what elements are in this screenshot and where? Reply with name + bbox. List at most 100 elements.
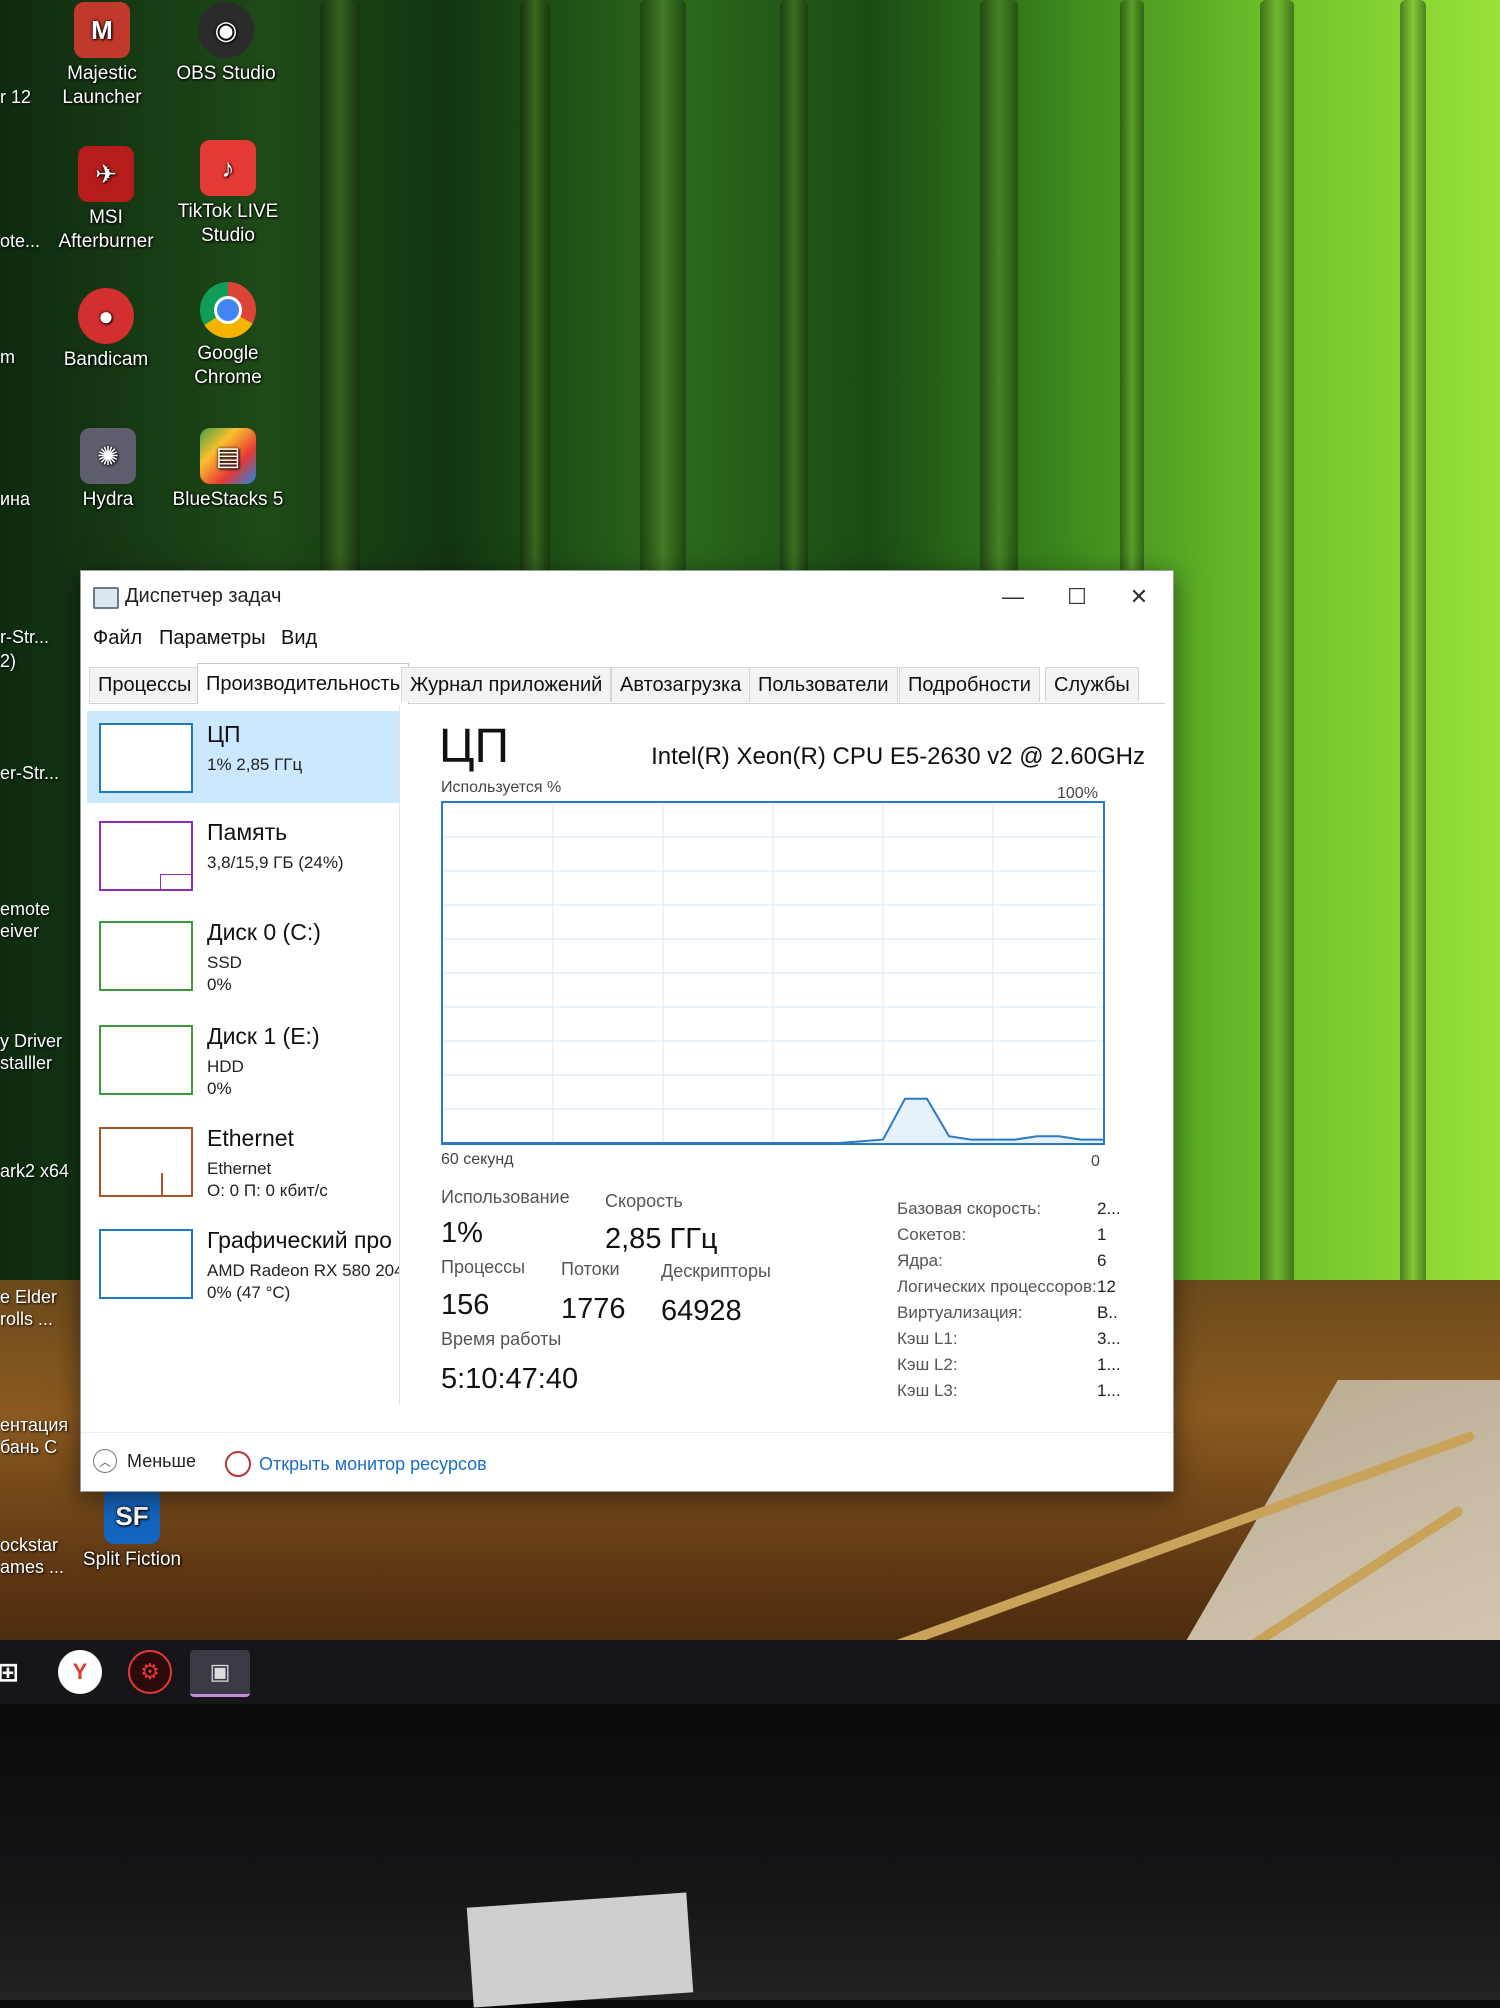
obs-studio-icon: ◉ [198, 2, 254, 58]
sidebar-item-detail: О: 0 П: 0 кбит/с [207, 1181, 328, 1200]
tab-details[interactable]: Подробности [899, 667, 1040, 702]
tab-users[interactable]: Пользователи [749, 667, 898, 702]
desktop-icon-hydra[interactable]: ✺ Hydra [48, 428, 168, 512]
partial-icon-label[interactable]: ames ... [0, 1556, 64, 1578]
sidebar-item-detail: Ethernet [207, 1159, 272, 1178]
maximize-button[interactable]: ☐ [1047, 579, 1107, 615]
desktop-icon-majestic-launcher[interactable]: M Majestic Launcher [42, 2, 162, 110]
desktop-icon-label: TikTok LIVE [177, 201, 279, 222]
partial-icon-label[interactable]: er-Str... [0, 762, 59, 784]
partial-icon-label[interactable]: ockstar [0, 1534, 58, 1556]
desktop-icon-label: Bandicam [63, 349, 149, 370]
partial-icon-label[interactable]: stalller [0, 1052, 52, 1074]
partial-icon-label[interactable]: emote [0, 898, 50, 920]
desktop-icon-bluestacks[interactable]: ▤ BlueStacks 5 [168, 428, 288, 512]
sidebar-item-disk-0[interactable]: Диск 0 (C:) SSD 0% [87, 909, 399, 1001]
uptime-value: 5:10:47:40 [441, 1363, 579, 1395]
partial-icon-label[interactable]: eiver [0, 920, 39, 942]
monitor-bezel [0, 1704, 1500, 2000]
bluestacks-icon: ▤ [200, 428, 256, 484]
threads-value: 1776 [561, 1293, 626, 1325]
sidebar-item-cpu[interactable]: ЦП 1% 2,85 ГГц [87, 711, 399, 803]
desktop-icon-tiktok-live-studio[interactable]: ♪ TikTok LIVE Studio [168, 140, 288, 248]
partial-icon-label[interactable]: ote... [0, 230, 40, 252]
handles-label: Дескрипторы [661, 1261, 771, 1281]
minimize-button[interactable]: — [983, 579, 1043, 615]
task-manager-icon [93, 587, 119, 609]
partial-icon-label[interactable]: ина [0, 488, 30, 510]
start-windows-icon[interactable]: ⊞ [0, 1650, 30, 1694]
uptime-label: Время работы [441, 1329, 562, 1349]
sidebar-item-detail: 1% 2,85 ГГц [207, 755, 303, 774]
partial-icon-label[interactable]: ентация [0, 1414, 68, 1436]
panel-title: ЦП [439, 720, 510, 773]
partial-icon-label[interactable]: ark2 x64 [0, 1160, 69, 1182]
partial-icon-label[interactable]: r 12 [0, 86, 31, 108]
sidebar-item-ethernet[interactable]: Ethernet Ethernet О: 0 П: 0 кбит/с [87, 1115, 399, 1207]
processes-value: 156 [441, 1289, 490, 1321]
title-bar[interactable]: Диспетчер задач — ☐ ✕ [81, 571, 1173, 623]
wallpaper-bamboo [1260, 0, 1294, 1400]
partial-icon-label[interactable]: y Driver [0, 1030, 62, 1052]
handles-value: 64928 [661, 1295, 742, 1327]
spec-l1-label: Кэш L1: [897, 1329, 958, 1348]
fewer-details-label: Меньше [127, 1450, 196, 1471]
graph-y-label: Используется % [441, 779, 562, 796]
spec-sockets-value: 1 [1097, 1225, 1107, 1244]
desktop-icon-google-chrome[interactable]: Google Chrome [168, 282, 288, 390]
yandex-browser-icon[interactable]: Y [58, 1650, 102, 1694]
desktop-icon-bandicam[interactable]: ● Bandicam [46, 288, 166, 372]
cpu-usage-graph [441, 801, 1105, 1145]
sidebar-item-memory[interactable]: Память 3,8/15,9 ГБ (24%) [87, 809, 399, 901]
close-button[interactable]: ✕ [1109, 579, 1169, 615]
fewer-details-button[interactable]: ︿ Меньше [93, 1449, 196, 1473]
tab-app-history[interactable]: Журнал приложений [401, 667, 612, 702]
sidebar-item-gpu[interactable]: Графический про AMD Radeon RX 580 204 0%… [87, 1217, 399, 1309]
task-manager-taskbar-icon[interactable]: ▣ [190, 1650, 250, 1697]
desktop-icon-obs-studio[interactable]: ◉ OBS Studio [166, 2, 286, 86]
desktop-icon-label: OBS Studio [176, 63, 276, 84]
desktop-icon-label: Afterburner [58, 231, 154, 252]
graph-x-label: 60 секунд [441, 1151, 514, 1168]
partial-icon-label[interactable]: бань С [0, 1436, 57, 1458]
desktop-icon-msi-afterburner[interactable]: ✈ MSI Afterburner [46, 146, 166, 254]
sidebar-item-disk-1[interactable]: Диск 1 (E:) HDD 0% [87, 1013, 399, 1105]
tiktok-live-studio-icon: ♪ [200, 140, 256, 196]
tab-processes[interactable]: Процессы [89, 667, 201, 702]
usage-label: Использование [441, 1187, 570, 1207]
menu-options[interactable]: Параметры [159, 627, 266, 650]
open-resource-monitor-link[interactable]: Открыть монитор ресурсов [225, 1451, 487, 1477]
disk-1-mini-graph [99, 1025, 193, 1095]
spec-logical-value: 12 [1097, 1277, 1116, 1296]
desktop-icon-label: Chrome [194, 367, 262, 388]
open-resource-monitor-label: Открыть монитор ресурсов [259, 1453, 487, 1474]
spec-base-speed-label: Базовая скорость: [897, 1199, 1042, 1218]
tab-startup[interactable]: Автозагрузка [611, 667, 751, 702]
partial-icon-label[interactable]: rolls ... [0, 1308, 53, 1330]
desktop-icon-label: Majestic [67, 63, 137, 84]
tab-performance[interactable]: Производительность [197, 663, 410, 704]
desktop-icon-label: BlueStacks 5 [172, 489, 284, 510]
sidebar-item-detail: 0% [207, 975, 232, 994]
menu-bar: Файл Параметры Вид [81, 623, 1173, 659]
partial-icon-label[interactable]: 2) [0, 650, 16, 672]
menu-view[interactable]: Вид [281, 627, 317, 650]
sidebar-item-title: ЦП [207, 721, 241, 747]
sidebar-item-title: Диск 1 (E:) [207, 1023, 320, 1049]
menu-file[interactable]: Файл [93, 627, 142, 650]
partial-icon-label[interactable]: e Elder [0, 1286, 57, 1308]
sidebar-item-title: Память [207, 819, 288, 845]
partial-icon-label[interactable]: m [0, 346, 15, 368]
msi-afterburner-icon: ✈ [78, 146, 134, 202]
desktop-icon-split-fiction[interactable]: SF Split Fiction [72, 1488, 192, 1572]
gear-app-icon[interactable]: ⚙ [128, 1650, 172, 1694]
spec-l2-value: 1... [1097, 1355, 1121, 1374]
window-title: Диспетчер задач [125, 585, 282, 607]
sidebar-item-detail: SSD [207, 953, 242, 972]
sidebar-item-title: Диск 0 (C:) [207, 919, 321, 945]
hydra-icon: ✺ [80, 428, 136, 484]
paper-sticker [466, 1892, 694, 2008]
resource-monitor-icon [225, 1451, 251, 1477]
tab-services[interactable]: Службы [1045, 667, 1139, 702]
partial-icon-label[interactable]: r-Str... [0, 626, 49, 648]
